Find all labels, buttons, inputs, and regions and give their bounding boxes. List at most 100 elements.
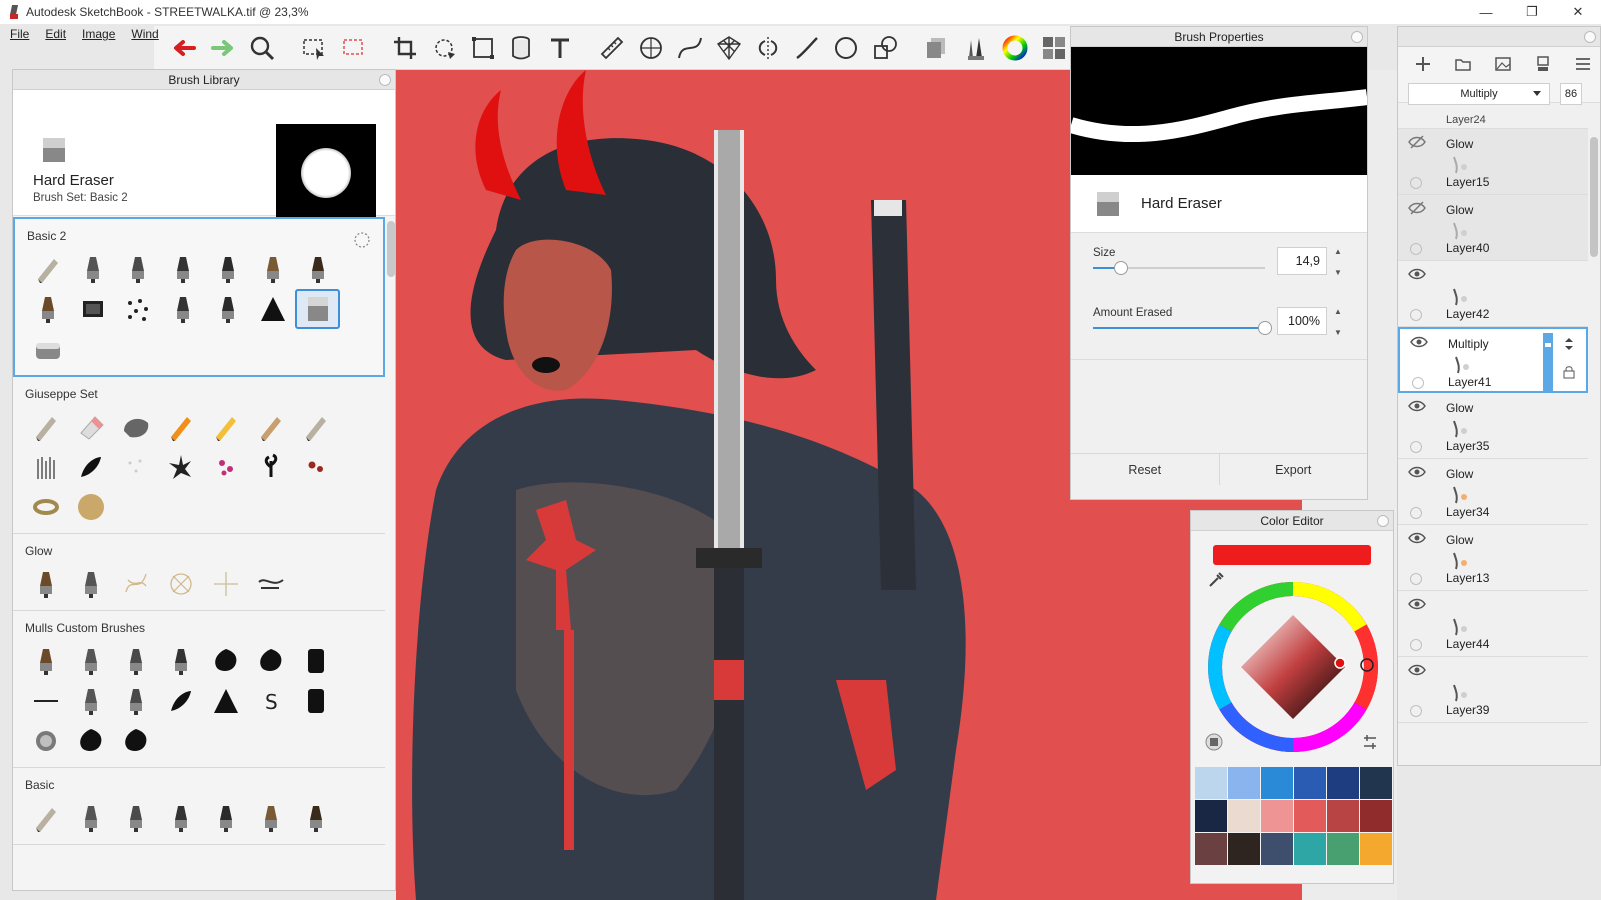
color-swatch[interactable] — [1261, 767, 1293, 799]
eye-hidden-icon[interactable] — [1408, 201, 1426, 215]
brush-pen-icon[interactable] — [158, 798, 203, 838]
image-layer-icon[interactable] — [1494, 55, 1512, 73]
color-swatch[interactable] — [1327, 800, 1359, 832]
layer-row[interactable]: Glow Layer35 — [1398, 393, 1588, 459]
color-swatch[interactable] — [1195, 833, 1227, 865]
brush-brush-icon[interactable] — [248, 798, 293, 838]
layer-select-radio[interactable] — [1410, 639, 1422, 651]
color-fill-icon[interactable] — [1205, 733, 1223, 751]
menu-edit[interactable]: Edit — [45, 27, 66, 41]
eye-icon[interactable] — [1410, 335, 1428, 349]
color-swatch[interactable] — [1261, 833, 1293, 865]
brush-set-title[interactable]: Giuseppe Set — [13, 387, 385, 407]
close-icon[interactable] — [1351, 31, 1363, 43]
brush-flat-brush-icon[interactable] — [23, 641, 68, 681]
reset-button[interactable]: Reset — [1071, 454, 1220, 485]
brush-feather-icon[interactable] — [68, 447, 113, 487]
close-icon[interactable] — [379, 74, 391, 86]
size-stepper[interactable]: ▲ ▼ — [1329, 247, 1347, 277]
panels-icon[interactable] — [1038, 31, 1070, 64]
amount-slider[interactable] — [1093, 321, 1272, 335]
brush-properties-header[interactable]: Brush Properties — [1071, 27, 1367, 47]
close-button[interactable]: ✕ — [1555, 0, 1601, 24]
eye-icon[interactable] — [1408, 399, 1426, 413]
brush-chisel-icon[interactable] — [160, 289, 205, 329]
color-swatch[interactable] — [1294, 767, 1326, 799]
layer-opacity-field[interactable]: 86 — [1560, 83, 1582, 105]
color-editor-header[interactable]: Color Editor — [1191, 511, 1393, 531]
ellipse-guide-icon[interactable] — [635, 31, 667, 64]
layer-row[interactable]: Multiply Layer41 — [1398, 327, 1588, 393]
brush-thin-pencil-icon[interactable] — [293, 407, 338, 447]
menu-image[interactable]: Image — [82, 27, 115, 41]
brush-glow-sparkle-icon[interactable] — [203, 564, 248, 604]
brush-spray-icon[interactable] — [115, 289, 160, 329]
layer-select-radio[interactable] — [1410, 309, 1422, 321]
folder-icon[interactable] — [1454, 55, 1472, 73]
close-icon[interactable] — [1377, 515, 1389, 527]
zoom-icon[interactable] — [246, 31, 278, 64]
move-layer-icon[interactable] — [1562, 337, 1576, 351]
color-swatch[interactable] — [1228, 833, 1260, 865]
close-icon[interactable] — [1584, 31, 1596, 43]
layer-select-radio[interactable] — [1410, 507, 1422, 519]
brush-marker-icon[interactable] — [68, 798, 113, 838]
brush-splat-icon[interactable] — [248, 641, 293, 681]
transform-icon[interactable] — [428, 31, 460, 64]
brush-splat3-icon[interactable] — [113, 721, 158, 761]
brush-airbrush-icon[interactable] — [113, 798, 158, 838]
brush-black-rect-icon[interactable] — [293, 681, 338, 721]
brush-tan-pencil-icon[interactable] — [248, 407, 293, 447]
brush-pencil-icon[interactable] — [25, 249, 70, 289]
color-swatch[interactable] — [1360, 833, 1392, 865]
layer-opacity-bar[interactable] — [1543, 333, 1553, 391]
lock-icon[interactable] — [1562, 365, 1576, 379]
color-wheel[interactable] — [1203, 577, 1383, 757]
brush-airbrush-icon[interactable] — [113, 641, 158, 681]
brush-pen-icon[interactable] — [158, 641, 203, 681]
sliders-icon[interactable] — [1361, 733, 1379, 751]
brush-dark-leaves-icon[interactable] — [248, 447, 293, 487]
brush-leaf-spray-icon[interactable] — [158, 447, 203, 487]
layer-row[interactable]: Glow Layer34 — [1398, 459, 1588, 525]
layer-row[interactable]: Glow Layer13 — [1398, 525, 1588, 591]
brush-glow-wave-icon[interactable] — [248, 564, 293, 604]
brush-pen-icon[interactable] — [160, 249, 205, 289]
color-swatch[interactable] — [1360, 767, 1392, 799]
brush-marker-icon[interactable] — [68, 641, 113, 681]
brush-set-title[interactable]: Basic 2 — [15, 229, 383, 249]
size-slider-knob[interactable] — [1113, 261, 1128, 275]
brush-soft-eraser-icon[interactable] — [25, 329, 70, 369]
distort-icon[interactable] — [467, 31, 499, 64]
stroke-icon[interactable] — [791, 31, 823, 64]
brush-orange-pencil-icon[interactable] — [158, 407, 203, 447]
layer-select-radio[interactable] — [1412, 377, 1424, 389]
color-swatch[interactable] — [1294, 833, 1326, 865]
brush-blob-icon[interactable] — [203, 641, 248, 681]
chevron-down-icon[interactable]: ▼ — [1334, 328, 1342, 337]
eye-hidden-icon[interactable] — [1408, 135, 1426, 149]
copy-paste-icon[interactable] — [921, 31, 953, 64]
layer-row[interactable]: Layer44 — [1398, 591, 1588, 657]
brush-fountain-icon[interactable] — [203, 798, 248, 838]
brush-pencil-icon[interactable] — [23, 798, 68, 838]
color-swatch[interactable] — [1195, 767, 1227, 799]
menu-file[interactable]: File — [10, 27, 29, 41]
brush-pencil-wood-icon[interactable] — [23, 407, 68, 447]
brush-library-header[interactable]: Brush Library — [13, 70, 395, 90]
brush-yellow-pencil-icon[interactable] — [203, 407, 248, 447]
brush-set-options-icon[interactable] — [353, 231, 371, 252]
layer-row[interactable]: Glow Layer40 — [1398, 195, 1588, 261]
brush-line-icon[interactable] — [23, 681, 68, 721]
brush-grass-icon[interactable] — [23, 447, 68, 487]
brush-eraser-pink-icon[interactable] — [68, 407, 113, 447]
restore-button[interactable]: ❐ — [1509, 0, 1555, 24]
eye-icon[interactable] — [1408, 663, 1426, 677]
brush-set-title[interactable]: Mulls Custom Brushes — [13, 621, 385, 641]
color-swatch[interactable] — [1228, 767, 1260, 799]
current-color-swatch[interactable] — [1213, 545, 1371, 565]
size-value-field[interactable]: 14,9 — [1277, 247, 1327, 275]
brush-feather-icon[interactable] — [158, 681, 203, 721]
color-swatch[interactable] — [1327, 767, 1359, 799]
menu-icon[interactable] — [1574, 55, 1592, 73]
